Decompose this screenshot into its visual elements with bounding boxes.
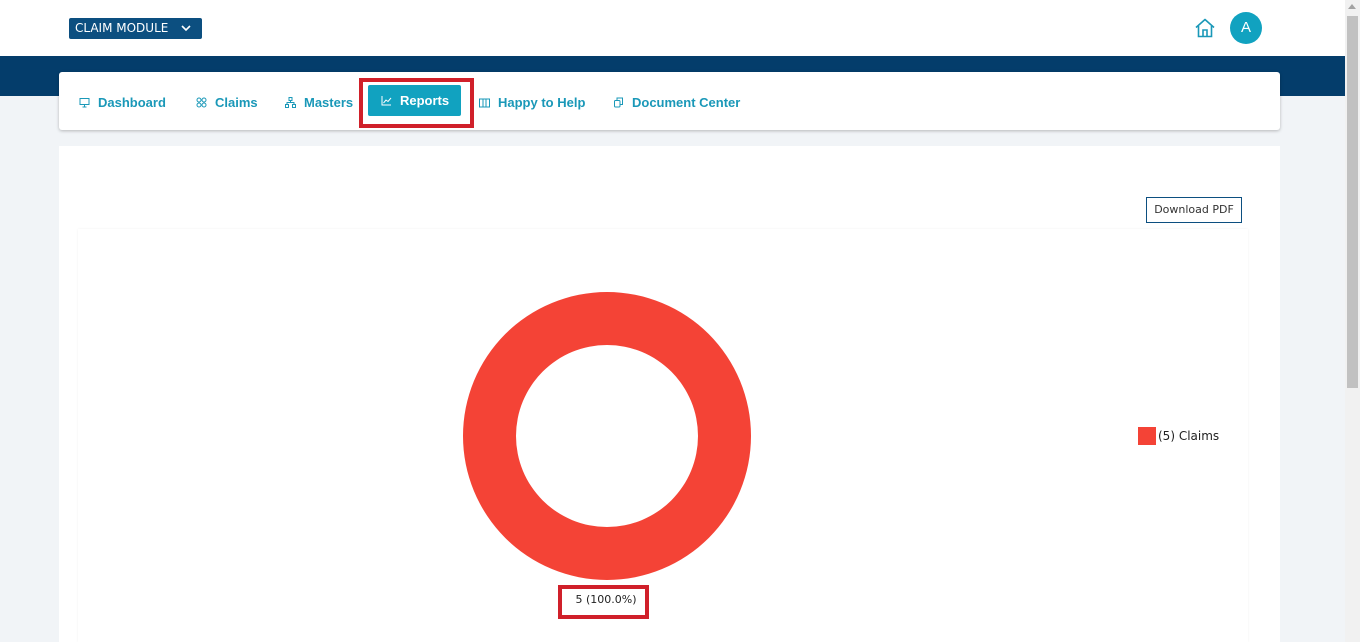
user-avatar[interactable]: A <box>1230 12 1262 44</box>
module-selector-button[interactable]: CLAIM MODULE <box>69 18 202 39</box>
nav-masters[interactable]: Masters <box>285 92 353 112</box>
nav-claims[interactable]: Claims <box>196 92 258 112</box>
chart-legend: (5) Claims <box>1138 427 1219 445</box>
module-selector-label: CLAIM MODULE <box>75 21 169 35</box>
legend-swatch-claims[interactable] <box>1138 427 1156 445</box>
chevron-down-icon <box>181 25 191 32</box>
nav-masters-label: Masters <box>304 94 354 110</box>
monitor-icon <box>79 97 90 107</box>
book-icon <box>479 98 490 107</box>
grid-icon <box>196 97 207 107</box>
scroll-up-arrow-icon[interactable] <box>1348 4 1356 9</box>
nav-happy-to-help[interactable]: Happy to Help <box>479 92 585 112</box>
nav-dashboard-label: Dashboard <box>98 94 166 110</box>
scrollbar-thumb[interactable] <box>1347 16 1358 388</box>
nav-happy-to-help-label: Happy to Help <box>498 94 586 110</box>
nav-document-center[interactable]: Document Center <box>613 92 740 112</box>
reports-highlight-box <box>359 78 474 128</box>
nav-dashboard[interactable]: Dashboard <box>79 92 166 112</box>
nav-document-center-label: Document Center <box>632 94 741 110</box>
data-label-highlight-box <box>558 585 649 619</box>
sitemap-icon <box>285 96 296 108</box>
top-header: CLAIM MODULE A <box>0 0 1345 56</box>
donut-chart <box>463 292 751 580</box>
nav-claims-label: Claims <box>215 94 258 110</box>
home-icon[interactable] <box>1194 17 1216 39</box>
legend-label-claims[interactable]: (5) Claims <box>1158 429 1219 443</box>
download-pdf-button[interactable]: Download PDF <box>1146 197 1242 223</box>
copy-icon <box>614 97 623 107</box>
donut-slice-claims[interactable] <box>463 292 751 580</box>
main-navigation: Dashboard Claims Masters Reports Happy t… <box>59 72 1280 130</box>
